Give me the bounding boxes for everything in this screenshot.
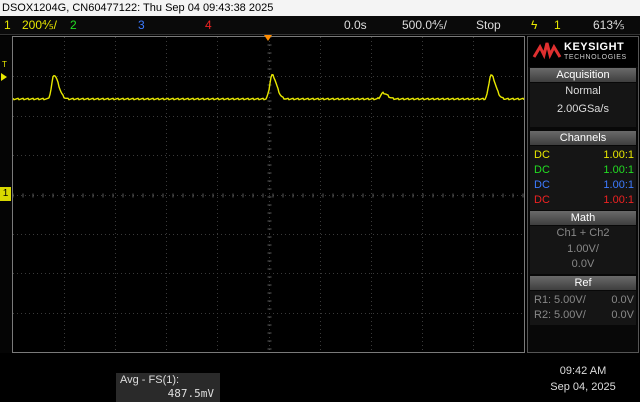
trigger-source[interactable]: 1: [554, 16, 561, 34]
ref-r1-row: R1: 5.00V/ 0.0V: [534, 294, 634, 306]
brand-name: KEYSIGHT: [564, 41, 625, 53]
measurement-label: Avg - FS(1):: [120, 374, 180, 386]
status-bar: 1 200⅘/ 2 3 4 0.0s 500.0⅘/ Stop ϟ 1 613⅘: [0, 16, 640, 35]
channels-header[interactable]: Channels: [530, 131, 636, 145]
trigger-level-arrow-icon: [1, 73, 7, 81]
measurement-value: 487.5mV: [167, 387, 214, 400]
math-offset: 0.0V: [571, 258, 595, 270]
trigger-level-marker: T: [2, 60, 7, 69]
ch3-number[interactable]: 3: [138, 16, 145, 34]
graticule: [13, 37, 524, 352]
clock: 09:42 AM Sep 04, 2025: [528, 365, 638, 393]
time-offset[interactable]: 0.0s: [344, 16, 367, 34]
clock-time: 09:42 AM: [559, 365, 607, 377]
sample-rate: 2.00GSa/s: [557, 103, 609, 115]
acquisition-header[interactable]: Acquisition: [530, 68, 636, 82]
acquisition-section: Normal 2.00GSa/s: [530, 83, 636, 127]
brand-sub: TECHNOLOGIES: [564, 54, 627, 61]
channel-4-row: DC 1.00:1: [534, 194, 634, 206]
math-header[interactable]: Math: [530, 211, 636, 225]
channels-section: DC 1.00:1 DC 1.00:1 DC 1.00:1 DC 1.00:1: [530, 146, 636, 210]
ch2-number[interactable]: 2: [70, 16, 77, 34]
ref-r2-row: R2: 5.00V/ 0.0V: [534, 309, 634, 321]
ch1-number[interactable]: 1: [4, 16, 11, 34]
channel-1-row: DC 1.00:1: [534, 149, 634, 161]
clock-date: Sep 04, 2025: [550, 381, 616, 393]
left-marker-bar: T 1: [0, 36, 12, 353]
trigger-icon: ϟ: [531, 18, 538, 32]
channel-3-row: DC 1.00:1: [534, 179, 634, 191]
ch1-scale[interactable]: 200⅘/: [22, 16, 57, 34]
keysight-wave-icon: [532, 42, 562, 60]
side-panel: KEYSIGHT TECHNOLOGIES Acquisition Normal…: [527, 36, 639, 353]
math-scale: 1.00V/: [567, 243, 599, 255]
math-section: Ch1 + Ch2 1.00V/ 0.0V: [530, 226, 636, 274]
ch1-trace: [13, 73, 524, 101]
trigger-position-marker-icon[interactable]: [264, 35, 272, 41]
ref-section: R1: 5.00V/ 0.0V R2: 5.00V/ 0.0V: [530, 291, 636, 325]
channel-2-row: DC 1.00:1: [534, 164, 634, 176]
trigger-level[interactable]: 613⅘: [593, 16, 625, 34]
waveform-display[interactable]: [12, 35, 525, 353]
ref-header[interactable]: Ref: [530, 276, 636, 290]
keysight-logo: KEYSIGHT TECHNOLOGIES: [528, 37, 638, 67]
measurement-box[interactable]: Avg - FS(1): 487.5mV: [116, 373, 220, 402]
acquisition-mode: Normal: [565, 85, 601, 97]
title-bar: DSOX1204G, CN60477122: Thu Sep 04 09:43:…: [0, 0, 640, 16]
ch4-number[interactable]: 4: [205, 16, 212, 34]
math-expression: Ch1 + Ch2: [556, 227, 610, 239]
bottom-bar: Avg - FS(1): 487.5mV 09:42 AM Sep 04, 20…: [0, 355, 640, 402]
ch1-ground-marker[interactable]: 1: [0, 187, 11, 201]
time-scale[interactable]: 500.0⅘/: [402, 16, 447, 34]
run-state[interactable]: Stop: [476, 16, 501, 34]
